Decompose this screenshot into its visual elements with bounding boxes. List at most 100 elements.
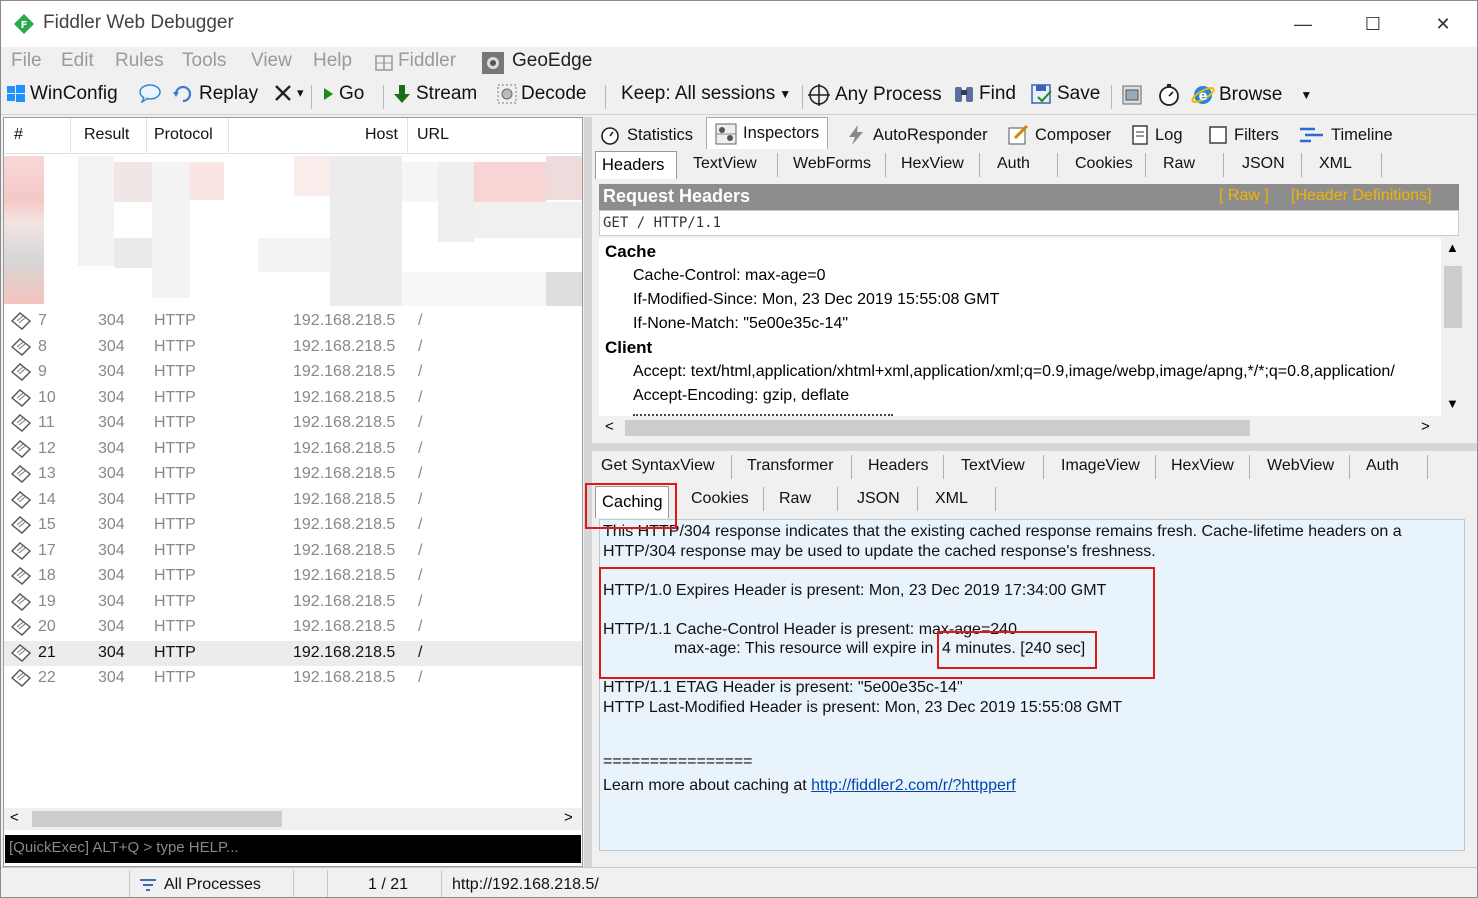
caching-help-link[interactable]: http://fiddler2.com/r/?httpperf	[811, 777, 1016, 794]
menu-rules[interactable]: Rules	[115, 50, 164, 72]
session-row[interactable]: 13 304 HTTP 192.168.218.5 /	[4, 462, 582, 487]
session-url: /	[418, 592, 423, 610]
session-row[interactable]: 17 304 HTTP 192.168.218.5 /	[4, 539, 582, 564]
session-row[interactable]: 12 304 HTTP 192.168.218.5 /	[4, 437, 582, 462]
minimize-button[interactable]: —	[1283, 9, 1323, 39]
column-result[interactable]: Result	[84, 126, 129, 144]
chevron-right-icon[interactable]: >	[564, 809, 573, 826]
menu-fiddler[interactable]: Fiddler	[398, 50, 456, 72]
tab-request-xml[interactable]: XML	[1319, 155, 1352, 173]
chevron-left-icon[interactable]: <	[10, 809, 19, 826]
raw-link[interactable]: [ Raw ]	[1219, 187, 1269, 205]
tab-timeline[interactable]: Timeline	[1299, 121, 1393, 149]
menu-help[interactable]: Help	[313, 50, 352, 72]
screenshot-button[interactable]	[1121, 83, 1145, 107]
column-url[interactable]: URL	[417, 126, 449, 144]
session-row[interactable]: 19 304 HTTP 192.168.218.5 /	[4, 590, 582, 615]
scroll-thumb[interactable]	[1444, 266, 1462, 328]
tab-response-hexview[interactable]: HexView	[1171, 457, 1234, 475]
menu-view[interactable]: View	[251, 50, 292, 72]
column-host[interactable]: Host	[365, 126, 398, 144]
find-button[interactable]: Find	[953, 83, 1016, 105]
save-button[interactable]: Save	[1031, 83, 1100, 105]
tab-request-webforms[interactable]: WebForms	[793, 155, 871, 173]
process-filter[interactable]: All Processes	[164, 876, 261, 894]
go-button[interactable]: Go	[321, 83, 364, 105]
header-group-client[interactable]: Client	[605, 338, 652, 358]
header-item[interactable]: If-None-Match: "5e00e35c-14"	[633, 315, 848, 333]
tab-filters[interactable]: Filters	[1208, 121, 1279, 149]
menu-tools[interactable]: Tools	[182, 50, 226, 72]
keep-sessions-dropdown[interactable]: Keep: All sessions ▼	[621, 83, 791, 105]
winconfig-button[interactable]: WinConfig	[6, 83, 118, 105]
tab-request-cookies[interactable]: Cookies	[1075, 155, 1133, 173]
scroll-thumb[interactable]	[32, 811, 282, 827]
tab-request-auth[interactable]: Auth	[997, 155, 1030, 173]
scroll-thumb[interactable]	[625, 420, 1250, 436]
tab-request-raw[interactable]: Raw	[1163, 155, 1195, 173]
tab-log[interactable]: Log	[1131, 121, 1183, 149]
header-item[interactable]: Cache-Control: max-age=0	[633, 267, 826, 285]
column-id[interactable]: #	[14, 126, 23, 144]
tab-response-xml[interactable]: XML	[935, 490, 968, 508]
tab-response-json[interactable]: JSON	[857, 490, 900, 508]
session-protocol: HTTP	[154, 465, 196, 482]
session-row[interactable]: 15 304 HTTP 192.168.218.5 /	[4, 513, 582, 538]
tab-response-webview[interactable]: WebView	[1267, 457, 1334, 475]
comment-button[interactable]	[138, 83, 162, 103]
tab-response-transformer[interactable]: Transformer	[747, 457, 834, 475]
chevron-up-icon[interactable]: ▲	[1446, 240, 1459, 255]
header-item[interactable]: Accept-Encoding: gzip, deflate	[633, 387, 849, 405]
chevron-down-icon[interactable]: ▼	[1446, 396, 1459, 411]
session-row[interactable]: 10 304 HTTP 192.168.218.5 /	[4, 386, 582, 411]
column-protocol[interactable]: Protocol	[154, 126, 213, 144]
session-row[interactable]: 14 304 HTTP 192.168.218.5 /	[4, 488, 582, 513]
headers-hscrollbar[interactable]: < >	[599, 417, 1465, 439]
tab-response-cookies[interactable]: Cookies	[691, 490, 749, 508]
header-item[interactable]: Accept: text/html,application/xhtml+xml,…	[633, 363, 1395, 381]
tab-autoresponder[interactable]: AutoResponder	[845, 121, 988, 149]
close-button[interactable]: ✕	[1423, 9, 1463, 39]
header-definitions-link[interactable]: [Header Definitions]	[1291, 187, 1432, 205]
tab-response-raw[interactable]: Raw	[779, 490, 811, 508]
tab-statistics[interactable]: Statistics	[599, 121, 693, 149]
timer-button[interactable]	[1157, 83, 1181, 107]
tab-inspectors[interactable]: Inspectors	[706, 117, 829, 149]
chevron-left-icon[interactable]: <	[605, 418, 614, 435]
horizontal-splitter[interactable]	[592, 443, 1477, 451]
maximize-button[interactable]: ☐	[1353, 9, 1393, 39]
chevron-right-icon[interactable]: >	[1421, 418, 1430, 435]
session-row[interactable]: 8 304 HTTP 192.168.218.5 /	[4, 335, 582, 360]
session-row[interactable]: 7 304 HTTP 192.168.218.5 /	[4, 309, 582, 334]
session-row[interactable]: 20 304 HTTP 192.168.218.5 /	[4, 615, 582, 640]
session-row[interactable]: 22 304 HTTP 192.168.218.5 /	[4, 666, 582, 691]
header-group-cache[interactable]: Cache	[605, 242, 656, 262]
any-process-button[interactable]: Any Process	[807, 83, 942, 107]
session-row[interactable]: 11 304 HTTP 192.168.218.5 /	[4, 411, 582, 436]
quickexec-input[interactable]: [QuickExec] ALT+Q > type HELP...	[5, 835, 581, 863]
tab-request-headers[interactable]: Headers	[595, 151, 677, 179]
stream-button[interactable]: Stream	[392, 83, 477, 105]
tab-response-imageview[interactable]: ImageView	[1061, 457, 1140, 475]
tab-request-json[interactable]: JSON	[1242, 155, 1285, 173]
tab-response-headers[interactable]: Headers	[868, 457, 928, 475]
sessions-hscrollbar[interactable]: < >	[4, 808, 582, 830]
decode-button[interactable]: Decode	[497, 83, 587, 105]
session-row[interactable]: 18 304 HTTP 192.168.218.5 /	[4, 564, 582, 589]
menu-edit[interactable]: Edit	[61, 50, 94, 72]
remove-sessions-button[interactable]: ▾	[273, 83, 304, 103]
tab-request-hexview[interactable]: HexView	[901, 155, 964, 173]
browse-button[interactable]: e Browse ▼	[1191, 83, 1312, 107]
tab-request-textview[interactable]: TextView	[693, 155, 757, 173]
headers-vscrollbar[interactable]: ▲ ▼	[1441, 238, 1465, 416]
tab-response-textview[interactable]: TextView	[961, 457, 1025, 475]
session-row[interactable]: 9 304 HTTP 192.168.218.5 /	[4, 360, 582, 385]
menu-file[interactable]: File	[11, 50, 42, 72]
menu-geoedge[interactable]: GeoEdge	[512, 50, 592, 72]
replay-button[interactable]: Replay	[173, 83, 258, 105]
session-row[interactable]: 21 304 HTTP 192.168.218.5 /	[4, 640, 582, 666]
tab-response-auth[interactable]: Auth	[1366, 457, 1399, 475]
tab-composer[interactable]: Composer	[1007, 121, 1111, 149]
tab-response-syntaxview[interactable]: Get SyntaxView	[601, 457, 715, 475]
header-item[interactable]: If-Modified-Since: Mon, 23 Dec 2019 15:5…	[633, 291, 999, 309]
